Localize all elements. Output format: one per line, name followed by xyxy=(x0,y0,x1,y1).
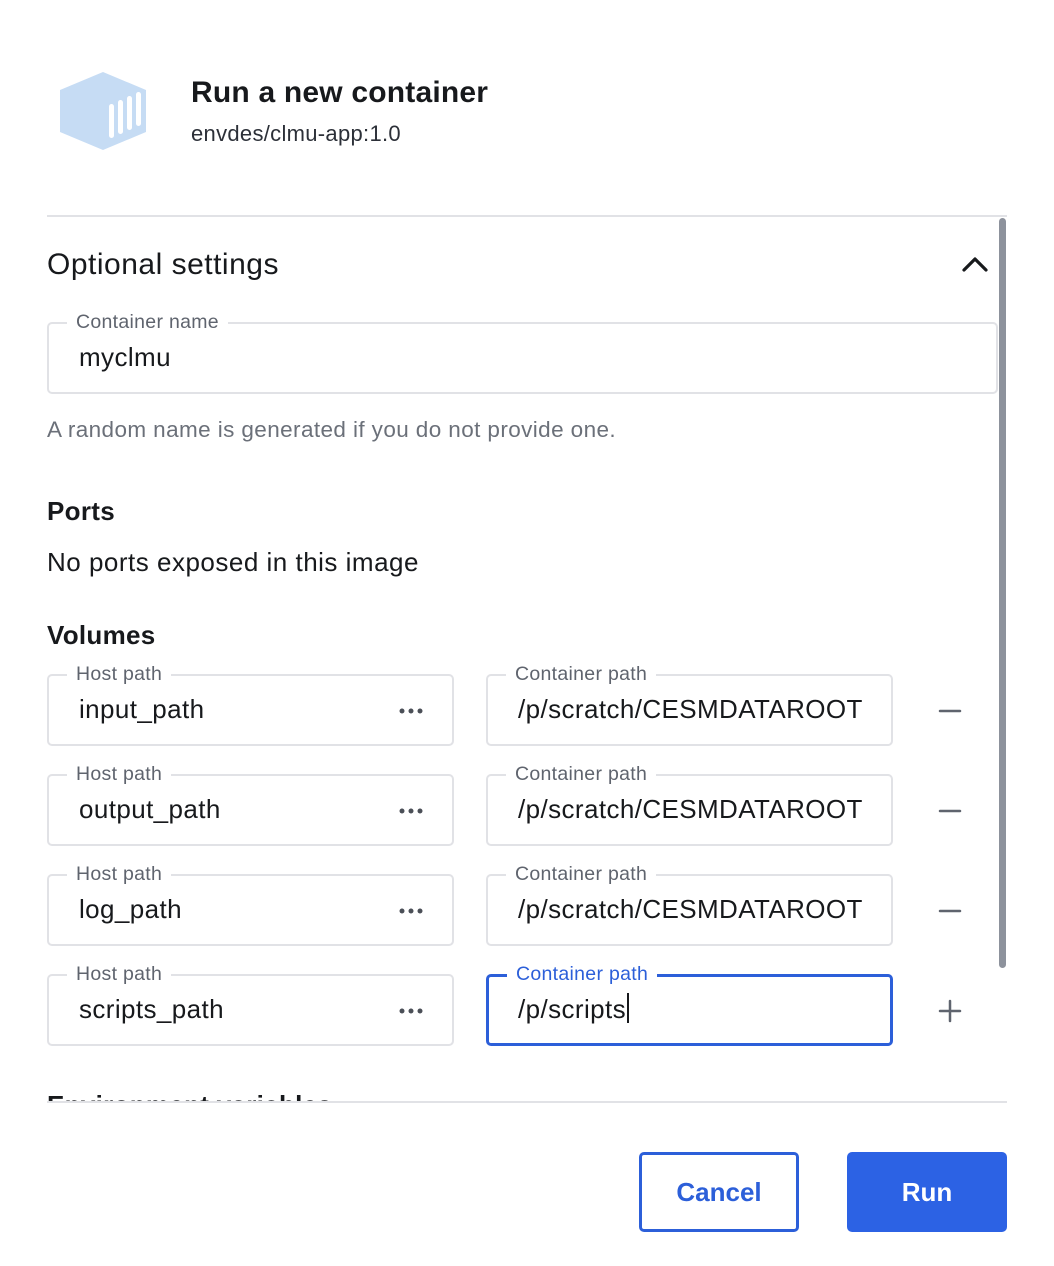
more-icon[interactable] xyxy=(398,906,424,916)
container-path-label: Container path xyxy=(506,862,657,886)
host-path-label: Host path xyxy=(67,762,172,786)
container-name-value: myclmu xyxy=(79,342,171,372)
add-volume-icon[interactable] xyxy=(933,994,967,1028)
chevron-up-icon[interactable] xyxy=(961,253,989,275)
container-path-field[interactable]: Container path /p/scripts xyxy=(486,962,893,1046)
optional-settings-header[interactable]: Optional settings xyxy=(47,245,997,287)
container-name-field[interactable]: Container name myclmu xyxy=(47,310,998,394)
host-path-field[interactable]: Host path output_path xyxy=(47,762,454,846)
host-path-value: output_path xyxy=(79,794,221,824)
container-path-value: /p/scratch/CESMDATAROOT xyxy=(518,894,863,924)
container-path-value: /p/scratch/CESMDATAROOT xyxy=(518,694,863,724)
more-icon[interactable] xyxy=(398,706,424,716)
container-path-field[interactable]: Container path /p/scratch/CESMDATAROOT xyxy=(486,762,893,846)
host-path-label: Host path xyxy=(67,962,172,986)
image-name: envdes/clmu-app:1.0 xyxy=(191,121,401,146)
host-path-field[interactable]: Host path log_path xyxy=(47,862,454,946)
container-path-text: /p/scripts xyxy=(518,994,627,1024)
host-path-value: scripts_path xyxy=(79,994,224,1024)
scrollbar-thumb[interactable] xyxy=(999,218,1006,968)
run-button[interactable]: Run xyxy=(847,1152,1007,1232)
container-path-field[interactable]: Container path /p/scratch/CESMDATAROOT xyxy=(486,862,893,946)
container-path-value: /p/scripts xyxy=(518,993,630,1025)
volumes-heading: Volumes xyxy=(47,620,156,650)
settings-scroll-area[interactable]: Optional settings Container name myclmu … xyxy=(47,215,1007,1103)
host-path-value: log_path xyxy=(79,894,182,924)
host-path-value: input_path xyxy=(79,694,205,724)
container-path-value: /p/scratch/CESMDATAROOT xyxy=(518,794,863,824)
host-path-field[interactable]: Host path input_path xyxy=(47,662,454,746)
ports-heading: Ports xyxy=(47,496,115,526)
host-path-field[interactable]: Host path scripts_path xyxy=(47,962,454,1046)
container-path-label: Container path xyxy=(506,662,657,686)
cancel-button[interactable]: Cancel xyxy=(639,1152,799,1232)
dialog-title: Run a new container xyxy=(191,76,489,109)
remove-volume-icon[interactable] xyxy=(933,794,967,828)
env-vars-heading: Environment variables xyxy=(47,1090,332,1101)
container-path-label: Container path xyxy=(506,762,657,786)
optional-settings-title: Optional settings xyxy=(47,248,279,281)
dialog-header: Run a new container envdes/clmu-app:1.0 xyxy=(0,0,1054,215)
more-icon[interactable] xyxy=(398,806,424,816)
more-icon[interactable] xyxy=(398,1006,424,1016)
ports-message: No ports exposed in this image xyxy=(47,547,419,577)
remove-volume-icon[interactable] xyxy=(933,694,967,728)
text-cursor xyxy=(627,993,630,1023)
container-path-label: Container path xyxy=(507,962,658,986)
remove-volume-icon[interactable] xyxy=(933,894,967,928)
container-name-help: A random name is generated if you do not… xyxy=(47,417,617,442)
host-path-label: Host path xyxy=(67,662,172,686)
host-path-label: Host path xyxy=(67,862,172,886)
container-name-label: Container name xyxy=(67,310,228,334)
container-box-icon xyxy=(60,72,146,150)
container-path-field[interactable]: Container path /p/scratch/CESMDATAROOT xyxy=(486,662,893,746)
